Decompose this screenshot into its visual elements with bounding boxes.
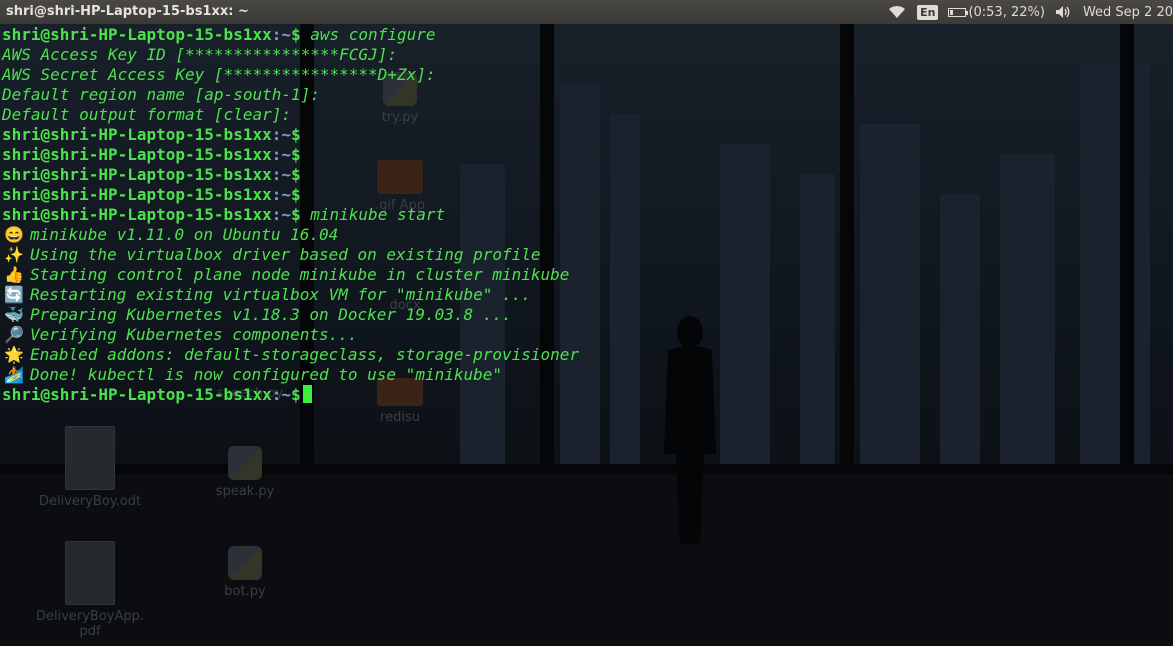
terminal-line: shri@shri-HP-Laptop-15-bs1xx:~$	[2, 385, 1173, 405]
terminal-line: shri@shri-HP-Laptop-15-bs1xx:~$	[2, 185, 1173, 205]
terminal-text: shri@shri-HP-Laptop-15-bs1xx	[2, 205, 272, 224]
terminal-text: shri@shri-HP-Laptop-15-bs1xx	[2, 145, 272, 164]
terminal-text: shri@shri-HP-Laptop-15-bs1xx	[2, 125, 272, 144]
terminal-text: :~	[271, 25, 291, 44]
terminal-line: shri@shri-HP-Laptop-15-bs1xx:~$ aws conf…	[2, 25, 1173, 45]
terminal-text: $	[290, 125, 301, 144]
terminal-text: minikube start	[300, 205, 446, 224]
terminal-line: shri@shri-HP-Laptop-15-bs1xx:~$	[2, 165, 1173, 185]
terminal-line: shri@shri-HP-Laptop-15-bs1xx:~$ minikube…	[2, 205, 1173, 225]
whale-icon: 🐳	[4, 305, 24, 324]
terminal-line: shri@shri-HP-Laptop-15-bs1xx:~$	[2, 145, 1173, 165]
terminal-text: $	[290, 205, 301, 224]
terminal-text: :~	[271, 145, 291, 164]
thumbs-up-icon: 👍	[4, 265, 24, 284]
terminal-text: :~	[271, 385, 291, 404]
wifi-icon[interactable]	[887, 5, 907, 19]
text-cursor	[302, 385, 312, 403]
terminal-text: $	[290, 385, 301, 404]
magnifier-icon: 🔎	[4, 325, 24, 344]
terminal-text: $	[290, 25, 301, 44]
terminal-line: 🐳 Preparing Kubernetes v1.18.3 on Docker …	[2, 305, 1173, 325]
keyboard-layout-indicator[interactable]: En	[917, 4, 939, 20]
terminal-output[interactable]: shri@shri-HP-Laptop-15-bs1xx:~$ aws conf…	[0, 24, 1173, 646]
terminal-line: 🏄 Done! kubectl is now configured to use …	[2, 365, 1173, 385]
terminal-text: Starting control plane node minikube in …	[30, 265, 570, 284]
terminal-line: AWS Access Key ID [****************FCGJ]…	[2, 45, 397, 64]
terminal-line: AWS Secret Access Key [****************D…	[2, 65, 436, 84]
refresh-icon: 🔄	[4, 285, 24, 304]
terminal-line: 👍 Starting control plane node minikube in…	[2, 265, 1173, 285]
terminal-line: 🔄 Restarting existing virtualbox VM for "…	[2, 285, 1173, 305]
terminal-text: shri@shri-HP-Laptop-15-bs1xx	[2, 185, 272, 204]
terminal-line: ✨ Using the virtualbox driver based on ex…	[2, 245, 1173, 265]
smile-icon: 😄	[4, 225, 24, 244]
terminal-line: shri@shri-HP-Laptop-15-bs1xx:~$	[2, 125, 1173, 145]
desktop-screen: shri@shri-HP-Laptop-15-bs1xx: ~ En (0:53…	[0, 0, 1173, 646]
terminal-text: shri@shri-HP-Laptop-15-bs1xx	[2, 165, 272, 184]
battery-icon	[948, 7, 969, 17]
battery-indicator[interactable]: (0:53, 22%)	[948, 5, 1045, 20]
terminal-line: 🔎 Verifying Kubernetes components...	[2, 325, 1173, 345]
terminal-text: Using the virtualbox driver based on exi…	[30, 245, 541, 264]
terminal-line: 🌟 Enabled addons: default-storageclass, s…	[2, 345, 1173, 365]
terminal-text: :~	[271, 165, 291, 184]
battery-text: (0:53, 22%)	[968, 4, 1045, 20]
terminal-text: $	[290, 165, 301, 184]
terminal-text: $	[290, 185, 301, 204]
terminal-line: Default region name [ap-south-1]:	[2, 85, 320, 104]
terminal-text: :~	[271, 185, 291, 204]
terminal-text: Restarting existing virtualbox VM for "m…	[30, 285, 531, 304]
window-title: shri@shri-HP-Laptop-15-bs1xx: ~	[6, 4, 249, 19]
terminal-text: Enabled addons: default-storageclass, st…	[30, 345, 580, 364]
terminal-text: aws configure	[300, 25, 436, 44]
terminal-line: 😄 minikube v1.11.0 on Ubuntu 16.04	[2, 225, 1173, 245]
terminal-text: shri@shri-HP-Laptop-15-bs1xx	[2, 385, 272, 404]
clock[interactable]: Wed Sep 2 20	[1083, 5, 1173, 20]
terminal-text: :~	[271, 125, 291, 144]
terminal-text: shri@shri-HP-Laptop-15-bs1xx	[2, 25, 272, 44]
terminal-text: :~	[271, 205, 291, 224]
terminal-text: $	[290, 145, 301, 164]
terminal-text: Done! kubectl is now configured to use "…	[30, 365, 503, 384]
terminal-line: Default output format [clear]:	[2, 105, 291, 124]
volume-icon[interactable]	[1055, 5, 1073, 19]
terminal-text: Preparing Kubernetes v1.18.3 on Docker 1…	[30, 305, 512, 324]
terminal-text: Verifying Kubernetes components...	[30, 325, 358, 344]
top-panel: shri@shri-HP-Laptop-15-bs1xx: ~ En (0:53…	[0, 0, 1173, 24]
sparkles-icon: ✨	[4, 245, 24, 264]
star-icon: 🌟	[4, 345, 24, 364]
terminal-text: minikube v1.11.0 on Ubuntu 16.04	[30, 225, 339, 244]
indicator-area: En (0:53, 22%) Wed Sep 2 20	[877, 0, 1173, 24]
surfer-icon: 🏄	[4, 365, 24, 384]
